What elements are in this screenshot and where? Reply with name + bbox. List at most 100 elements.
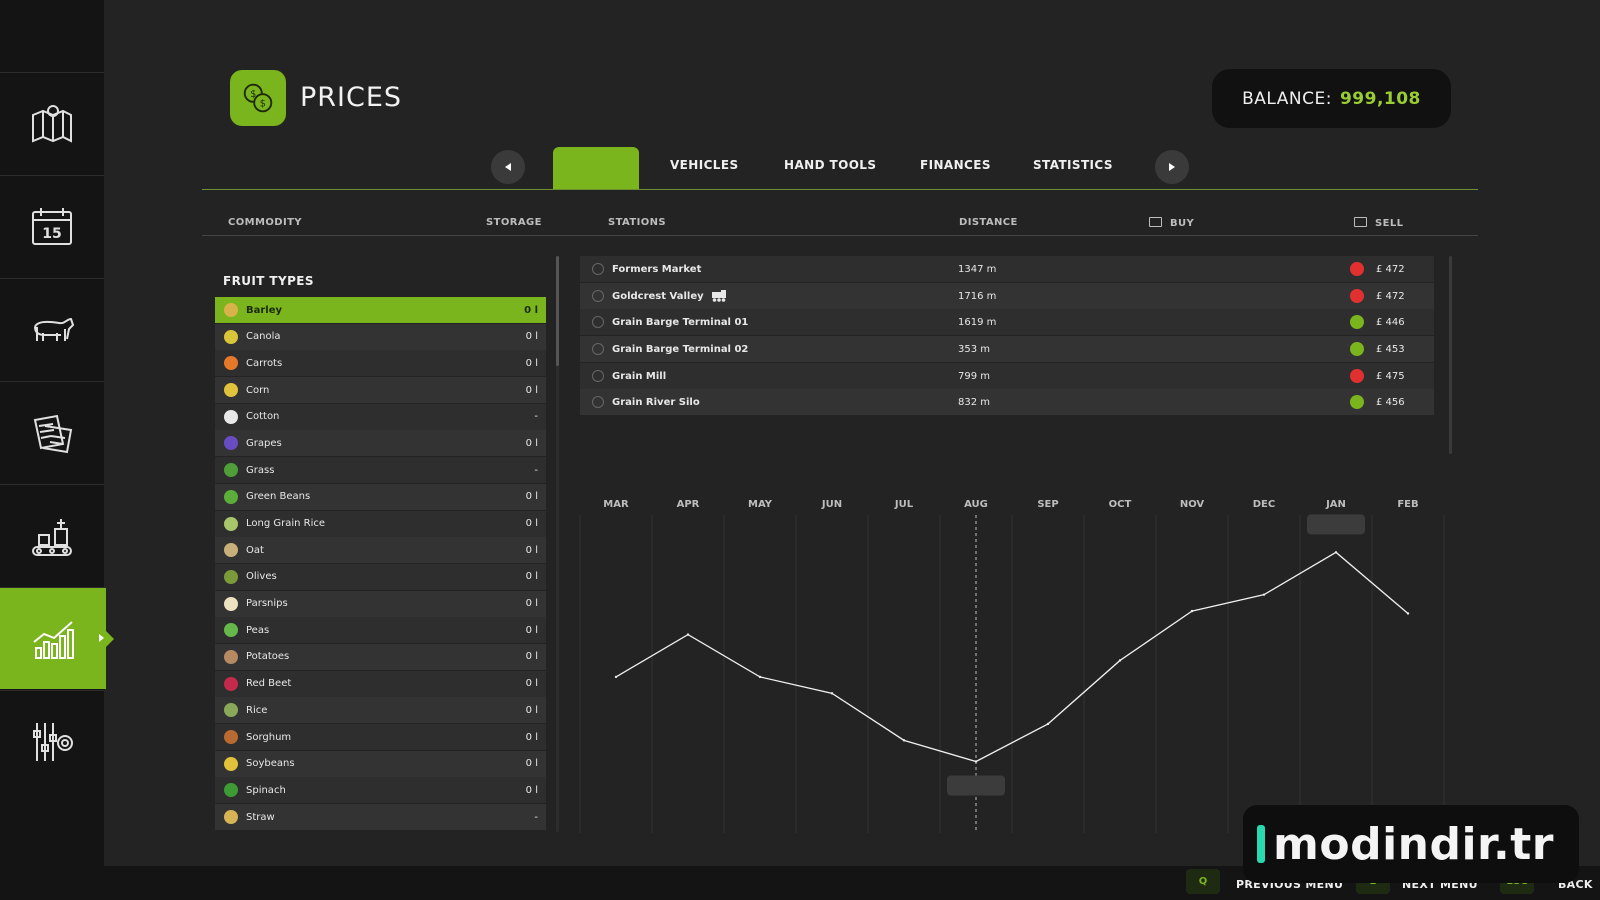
chart-point [902,739,906,742]
station-sell-price: £ 456 [1376,397,1405,409]
tab-statistics[interactable]: STATISTICS [1033,158,1113,172]
trend-down-icon [1350,368,1364,383]
commodity-row[interactable]: Corn 0 l [215,377,546,404]
station-distance: 353 m [958,344,991,356]
commodity-name: Green Beans [246,491,311,503]
commodity-row[interactable]: Red Beet 0 l [215,670,546,697]
commodity-name: Corn [246,384,270,396]
station-row[interactable]: Formers Market 1347 m £ 472 [580,256,1434,282]
commodity-row[interactable]: Parsnips 0 l [215,590,546,617]
sell-cart-icon [1354,217,1367,227]
prev-menu-key[interactable]: Q [1186,869,1220,894]
chart-month-label: NOV [1180,499,1205,510]
commodity-row[interactable]: Potatoes 0 l [215,643,546,670]
chart-point [1118,659,1122,662]
station-pin-icon[interactable] [592,369,604,382]
sidebar-item-animals[interactable] [0,278,104,380]
commodity-row[interactable]: Sorghum 0 l [215,724,546,750]
commodity-row[interactable]: Soybeans 0 l [215,750,546,777]
tab-finances[interactable]: FINANCES [920,158,991,172]
sidebar-item-contracts[interactable] [0,381,104,483]
commodity-storage: 0 l [525,598,538,610]
grapes-icon [224,436,238,451]
commodity-row[interactable]: Straw - [215,804,546,831]
stations-scrollbar[interactable] [1449,256,1452,454]
sidebar-item-prices[interactable] [0,587,114,689]
station-pin-icon[interactable] [592,396,604,409]
tab-prev-button[interactable] [491,150,525,184]
station-pin-icon[interactable] [592,289,604,302]
commodity-row[interactable]: Long Grain Rice 0 l [215,510,546,537]
commodity-row[interactable]: Carrots 0 l [215,350,546,377]
canola-icon [224,329,238,344]
station-row[interactable]: Grain Barge Terminal 01 1619 m £ 446 [580,309,1434,336]
commodity-name: Spinach [246,784,286,796]
chart-month-label: JUN [821,499,842,510]
corn-icon [224,383,238,398]
station-name: Goldcrest Valley [612,290,704,302]
commodity-storage: 0 l [525,784,538,796]
tab-next-button[interactable] [1155,150,1189,184]
station-distance: 1716 m [958,290,997,302]
green-beans-icon [224,489,238,504]
commodity-name: Soybeans [246,758,295,770]
commodity-storage: - [534,411,538,423]
production-icon [32,518,72,556]
station-row[interactable]: Grain River Silo 832 m £ 456 [580,389,1434,416]
chart-point [1046,722,1050,726]
commodity-row[interactable]: Grapes 0 l [215,430,546,457]
chart-month-label: MAY [748,499,773,510]
commodity-row[interactable]: Grass - [215,457,546,484]
sidebar-item-calendar[interactable]: 15 [0,175,104,277]
commodity-row[interactable]: Canola 0 l [215,323,546,350]
commodity-row[interactable]: Peas 0 l [215,617,546,644]
station-pin-icon[interactable] [592,316,604,329]
station-pin-icon[interactable] [592,263,604,275]
commodity-name: Grass [246,464,275,476]
header-divider [202,235,1478,236]
peas-icon [224,623,238,638]
commodity-name: Straw [246,811,275,823]
chart-max-tooltip [1307,514,1365,535]
tab-prices[interactable] [553,147,639,189]
station-row[interactable]: Grain Mill 799 m £ 475 [580,362,1434,389]
commodity-storage: 0 l [525,571,538,583]
balance-box: BALANCE: 999,108 [1212,69,1451,128]
station-pin-icon[interactable] [592,343,604,356]
commodity-storage: 0 l [525,518,538,529]
commodity-storage: 0 l [525,384,538,396]
sidebar-item-settings[interactable] [0,690,104,792]
tab-vehicles[interactable]: VEHICLES [670,158,739,172]
commodity-row[interactable]: Oat 0 l [215,537,546,564]
commodity-row[interactable]: Cotton - [215,403,546,430]
arrow-right-icon [1169,163,1175,171]
sidebar-item-production[interactable] [0,484,104,586]
commodity-name: Oat [246,544,264,556]
carrot-icon [224,356,238,371]
sorghum-icon [224,730,238,744]
commodity-row[interactable]: Olives 0 l [215,563,546,590]
station-row[interactable]: Grain Barge Terminal 02 353 m £ 453 [580,336,1434,363]
chart-point [1406,612,1410,615]
fruit-types-title: FRUIT TYPES [223,274,314,288]
commodity-row[interactable]: Barley 0 l [215,297,546,323]
sidebar-item-map[interactable] [0,72,104,174]
list-scrollbar-thumb[interactable] [556,256,559,366]
parsnip-icon [224,596,238,611]
commodity-name: Potatoes [246,651,290,663]
commodity-storage: 0 l [525,651,538,663]
station-row[interactable]: Goldcrest Valley 1716 m £ 472 [580,282,1434,309]
commodity-name: Canola [246,331,281,343]
stations-list: Formers Market 1347 m £ 472 Goldcrest Valle… [580,256,1434,416]
trend-down-icon [1350,288,1364,303]
rice-icon [224,703,238,718]
commodity-row[interactable]: Green Beans 0 l [215,483,546,510]
commodity-row[interactable]: Rice 0 l [215,697,546,724]
contracts-icon [33,414,73,453]
trend-up-icon [1350,342,1364,357]
grass-icon [224,463,238,478]
commodity-row[interactable]: Spinach 0 l [215,777,546,804]
settings-icon [33,722,73,761]
tab-hand-tools[interactable]: HAND TOOLS [784,158,876,172]
straw-icon [224,810,238,825]
